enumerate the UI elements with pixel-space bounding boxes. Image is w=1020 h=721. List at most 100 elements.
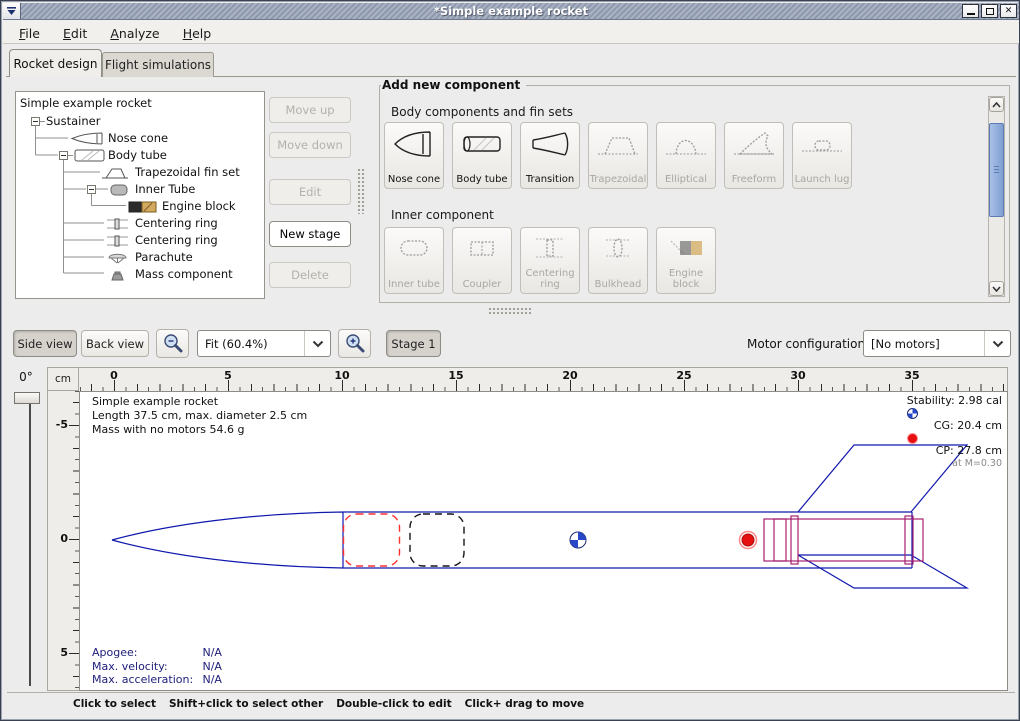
freeform-fin-icon [732,127,776,161]
add-coupler-button[interactable]: Coupler [452,227,512,294]
menu-edit[interactable]: Edit [55,24,95,43]
scrollbar-thumb[interactable] [989,123,1004,217]
scroll-up-button[interactable] [989,97,1004,112]
tree-item-centering-ring-2[interactable]: Centering ring [135,233,218,247]
menu-file[interactable]: File [11,24,48,43]
new-stage-button[interactable]: New stage [269,221,351,247]
move-up-button[interactable]: Move up [269,97,351,123]
add-component-title: Add new component [381,78,526,92]
expander-minus-icon[interactable] [59,151,68,160]
tree-item-body-tube[interactable]: Body tube [108,148,167,162]
inner-component-label: Inner component [391,208,494,222]
ruler-tick-label: 0 [60,532,68,545]
tree-item-sustainer[interactable]: Sustainer [46,114,100,128]
add-centering-ring-button[interactable]: Centering ring [520,227,580,294]
zoom-level-combobox[interactable]: Fit (60.4%) [197,330,331,357]
ruler-tick-label: 5 [224,369,232,382]
menu-analyze[interactable]: Analyze [102,24,167,43]
mach-note: at M=0.30 [907,457,1002,471]
engine-block-icon [666,232,706,264]
stability-info: Stability: 2.98 cal CG: 20.4 cm CP: 27.8… [907,394,1002,471]
cp-icon [907,433,918,444]
zoom-in-button[interactable] [338,329,371,358]
scroll-down-button[interactable] [989,281,1004,296]
vertical-ruler: -5 0 5 [47,391,79,691]
close-button[interactable]: ✕ [1000,4,1017,18]
trapezoidal-fin-icon [596,127,640,161]
nose-cone-icon [70,132,105,145]
bulkhead-icon [598,232,638,264]
inner-tube-icon [110,184,128,196]
tree-item-centering-ring[interactable]: Centering ring [135,216,218,230]
rotation-slider-handle[interactable] [14,392,40,404]
cg-line: CG: 20.4 cm [907,408,1002,433]
app-window: *Simple example rocket ✕ File Edit Analy… [0,0,1020,721]
add-bulkhead-button[interactable]: Bulkhead [588,227,648,294]
inner-tube-icon [394,232,434,264]
rocket-mass-line: Mass with no motors 54.6 g [92,423,307,437]
centering-ring-icon [106,218,129,230]
tree-item-mass-component[interactable]: Mass component [135,267,233,281]
transition-icon [528,127,572,161]
tree-item-inner-tube[interactable]: Inner Tube [135,182,195,196]
side-view-button[interactable]: Side view [13,330,77,357]
tree-item-engine-block[interactable]: Engine block [162,199,236,213]
expander-minus-icon[interactable] [87,185,96,194]
horizontal-splitter-grip[interactable] [488,307,532,315]
rocket-body-outline [112,512,912,568]
vertical-splitter-grip[interactable] [357,168,365,214]
body-tube-icon [74,149,105,162]
chevron-up-icon [992,102,1001,108]
tree-item-trapezoidal-fin-set[interactable]: Trapezoidal fin set [135,165,240,179]
rotation-slider-track[interactable] [29,403,31,686]
motor-configuration-combobox[interactable]: [No motors] [863,330,1011,357]
ruler-tick-label: 0 [110,369,118,382]
coupler-icon [462,232,502,264]
hint-shift-click: Shift+click to select other [169,698,323,717]
apogee-row: Apogee: N/A [92,646,222,660]
component-tree[interactable]: Simple example rocket Sustainer Nose con… [15,91,265,299]
maximize-button[interactable] [981,4,998,18]
inner-component-buttons: Inner tube Coupler Centering ring Bulkhe… [384,227,716,294]
edit-button[interactable]: Edit [269,179,351,205]
tree-item-parachute[interactable]: Parachute [135,250,193,264]
mass-component-icon [107,269,128,281]
add-launch-lug-button[interactable]: Launch lug [792,122,852,189]
tab-flight-simulations[interactable]: Flight simulations [102,52,214,77]
minimize-button[interactable] [962,4,979,18]
tab-rocket-design[interactable]: Rocket design [9,49,102,77]
add-body-tube-button[interactable]: Body tube [452,122,512,189]
body-component-buttons: Nose cone Body tube Transition Trapezoid… [384,122,852,189]
close-icon: ✕ [1005,7,1013,16]
add-transition-button[interactable]: Transition [520,122,580,189]
menu-help[interactable]: Help [175,24,220,43]
add-elliptical-fin-button[interactable]: Elliptical [656,122,716,189]
stability-line: Stability: 2.98 cal [907,394,1002,408]
move-down-button[interactable]: Move down [269,132,351,158]
add-inner-tube-button[interactable]: Inner tube [384,227,444,294]
component-pane-scrollbar[interactable] [988,96,1005,297]
mass-component-outline [410,514,464,566]
tree-item-nose-cone[interactable]: Nose cone [108,131,168,145]
zoom-level-value: Fit (60.4%) [198,331,304,356]
add-nose-cone-button[interactable]: Nose cone [384,122,444,189]
title-bar[interactable]: *Simple example rocket ✕ [3,3,1019,20]
add-engine-block-button[interactable]: Engine block [656,227,716,294]
zoom-out-button[interactable] [156,329,189,358]
tree-item-rocket-root[interactable]: Simple example rocket [20,96,152,110]
launch-lug-icon [800,127,844,161]
magnifier-minus-icon [162,333,184,355]
ruler-tick-label: 10 [334,369,349,382]
engine-block-icon [128,201,157,213]
rocket-figure-canvas[interactable]: Simple example rocket Length 37.5 cm, ma… [79,391,1008,691]
expander-minus-icon[interactable] [31,117,40,126]
rocket-dimensions-line: Length 37.5 cm, max. diameter 2.5 cm [92,409,307,423]
add-freeform-fin-button[interactable]: Freeform [724,122,784,189]
stage-1-toggle-button[interactable]: Stage 1 [386,330,441,357]
delete-button[interactable]: Delete [269,262,351,288]
motor-configuration-value: [No motors] [864,331,984,356]
flight-stats: Apogee: N/A Max. velocity: N/A Max. acce… [92,646,222,687]
add-trapezoidal-fin-button[interactable]: Trapezoidal [588,122,648,189]
ruler-tick-label: -5 [56,418,68,431]
back-view-button[interactable]: Back view [81,330,149,357]
